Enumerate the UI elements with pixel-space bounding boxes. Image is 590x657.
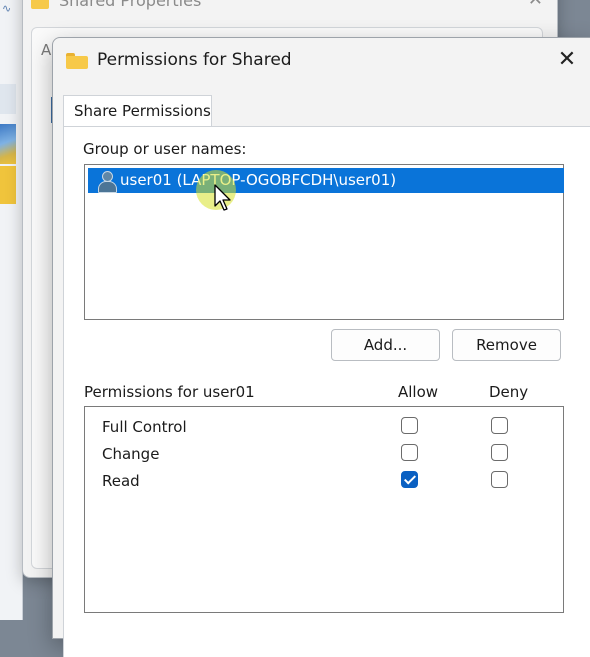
props-title: Shared Properties (59, 0, 202, 10)
background-app-strip: ∿ (0, 0, 23, 620)
add-button[interactable]: Add... (331, 329, 440, 361)
background-thumbnail (0, 166, 16, 204)
permission-row-full-control: Full Control (85, 414, 563, 440)
folder-icon (66, 53, 88, 69)
props-tab-label[interactable]: A (41, 41, 51, 59)
close-button[interactable]: ✕ (553, 46, 581, 74)
permissions-label: Permissions for user01 (84, 383, 255, 401)
permissions-list: Full Control Change Read (84, 406, 564, 613)
list-item-user01[interactable]: user01 (LAPTOP-OGOBFCDH\user01) (88, 168, 564, 193)
permission-name: Change (102, 445, 160, 463)
deny-column-header: Deny (489, 383, 529, 401)
group-user-names-label: Group or user names: (83, 140, 247, 158)
props-titlebar: Shared Properties ✕ (23, 0, 557, 13)
background-thumbnail (0, 84, 16, 114)
change-deny-checkbox[interactable] (491, 444, 508, 461)
user-icon (96, 170, 117, 193)
full-control-allow-checkbox[interactable] (401, 417, 418, 434)
chart-line-icon: ∿ (2, 2, 12, 15)
change-allow-checkbox[interactable] (401, 444, 418, 461)
mouse-pointer-icon (214, 184, 231, 211)
full-control-deny-checkbox[interactable] (491, 417, 508, 434)
permission-row-read: Read (85, 468, 563, 494)
dialog-title: Permissions for Shared (97, 50, 292, 70)
folder-icon (31, 0, 49, 9)
read-allow-checkbox[interactable] (401, 471, 418, 488)
read-deny-checkbox[interactable] (491, 471, 508, 488)
tab-share-permissions[interactable]: Share Permissions (63, 95, 212, 126)
allow-column-header: Allow (398, 383, 439, 401)
close-icon: ✕ (557, 47, 577, 72)
user-name: user01 (LAPTOP-OGOBFCDH\user01) (120, 171, 397, 189)
permissions-dialog: Permissions for Shared ✕ Share Permissio… (52, 37, 590, 657)
background-image-thumbnail (0, 124, 16, 164)
props-close-icon[interactable]: ✕ (528, 0, 543, 9)
permission-row-change: Change (85, 441, 563, 467)
permission-name: Full Control (102, 418, 187, 436)
user-list[interactable]: user01 (LAPTOP-OGOBFCDH\user01) (84, 164, 564, 320)
remove-button[interactable]: Remove (452, 329, 561, 361)
permission-name: Read (102, 472, 140, 490)
